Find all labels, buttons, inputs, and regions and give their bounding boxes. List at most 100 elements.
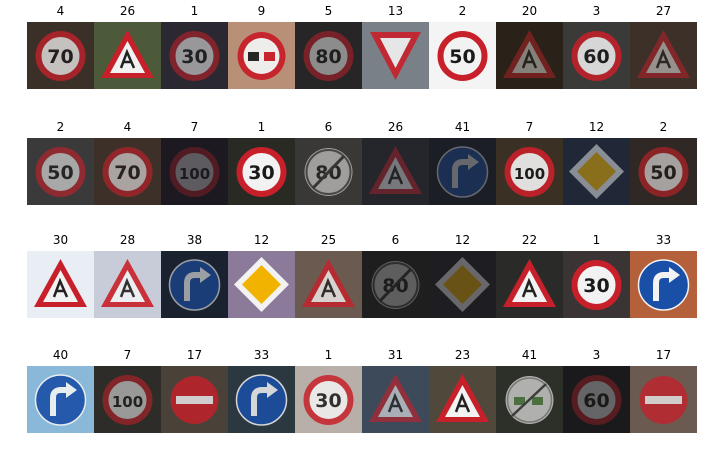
traffic-sign-image [429,138,496,205]
traffic-sign-image [27,366,94,433]
traffic-sign-image [630,22,697,89]
class-label: 33 [655,233,672,247]
traffic-sign-image [496,22,563,89]
traffic-sign-image [630,251,697,318]
traffic-sign-picture: 50 [630,138,697,205]
class-label: 13 [387,4,404,18]
sign-number: 30 [315,390,341,412]
sign-shape [170,376,219,424]
traffic-sign-picture: 80 [295,22,362,89]
traffic-sign-picture: 100 [94,366,161,433]
traffic-sign-image [27,251,94,318]
traffic-sign-picture: 80 [295,138,362,205]
sign-number: 60 [583,46,609,68]
sign-shape [237,32,286,80]
traffic-sign-picture [94,22,161,89]
traffic-sign-image: 50 [429,22,496,89]
traffic-sign-picture [563,138,630,205]
traffic-sign-image [563,138,630,205]
class-label: 33 [253,348,270,362]
traffic-sign-image: 30 [228,138,295,205]
traffic-sign-picture: 50 [429,22,496,89]
sign-shape: 60 [571,375,622,425]
traffic-sign-image [496,251,563,318]
class-label: 9 [257,4,266,18]
traffic-sign-picture [295,251,362,318]
sign-number: 50 [449,46,475,68]
class-label: 41 [454,120,471,134]
class-label: 7 [190,120,199,134]
sign-shape: 50 [437,31,488,81]
traffic-sign-picture [161,366,228,433]
class-label: 20 [521,4,538,18]
traffic-sign-image [630,366,697,433]
class-label: 40 [52,348,69,362]
sign-number: 70 [47,46,73,68]
traffic-sign-image: 50 [27,138,94,205]
traffic-sign-picture [161,251,228,318]
traffic-sign-picture [228,366,295,433]
traffic-sign-image: 30 [295,366,362,433]
traffic-sign-picture [362,22,429,89]
traffic-sign-picture [228,251,295,318]
traffic-sign-picture [496,251,563,318]
sign-number: 30 [583,275,609,297]
traffic-sign-picture: 30 [228,138,295,205]
traffic-sign-picture [630,251,697,318]
traffic-sign-picture [630,366,697,433]
traffic-sign-image: 60 [563,22,630,89]
sign-shape: 100 [504,147,555,197]
sign-image-grid: 4702613095801325020360272504707100130680… [0,0,707,454]
traffic-sign-image: 80 [295,22,362,89]
traffic-sign-image [228,366,295,433]
traffic-sign-image [94,251,161,318]
traffic-sign-picture: 30 [295,366,362,433]
class-label: 7 [123,348,132,362]
class-label: 2 [458,4,467,18]
class-label: 1 [190,4,199,18]
sign-number: 30 [181,46,207,68]
class-label: 17 [186,348,203,362]
traffic-sign-image [228,251,295,318]
class-label: 2 [659,120,668,134]
class-label: 1 [324,348,333,362]
traffic-sign-image: 100 [161,138,228,205]
traffic-sign-image: 100 [496,138,563,205]
traffic-sign-picture [496,22,563,89]
traffic-sign-picture [94,251,161,318]
class-label: 6 [324,120,333,134]
sign-shape [235,374,288,426]
sign-number: 70 [114,162,140,184]
sign-shape: 50 [638,147,689,197]
class-label: 23 [454,348,471,362]
class-label: 1 [592,233,601,247]
class-label: 28 [119,233,136,247]
traffic-sign-picture [362,138,429,205]
sign-shape [505,376,554,424]
traffic-sign-image [362,366,429,433]
traffic-sign-image [161,366,228,433]
traffic-sign-image: 70 [94,138,161,205]
traffic-sign-picture: 50 [27,138,94,205]
class-label: 12 [253,233,270,247]
class-label: 25 [320,233,337,247]
traffic-sign-image: 100 [94,366,161,433]
traffic-sign-picture [362,366,429,433]
class-label: 4 [56,4,65,18]
traffic-sign-image: 30 [161,22,228,89]
traffic-sign-image [429,251,496,318]
traffic-sign-image [362,22,429,89]
class-label: 2 [56,120,65,134]
traffic-sign-picture [429,366,496,433]
sign-number: 100 [112,393,143,411]
traffic-sign-picture: 70 [94,138,161,205]
traffic-sign-picture [630,22,697,89]
traffic-sign-picture: 60 [563,22,630,89]
traffic-sign-image [496,366,563,433]
class-label: 27 [655,4,672,18]
sign-shape: 100 [169,147,220,197]
class-label: 41 [521,348,538,362]
class-label: 30 [52,233,69,247]
traffic-sign-picture [429,251,496,318]
sign-shape: 60 [571,31,622,81]
